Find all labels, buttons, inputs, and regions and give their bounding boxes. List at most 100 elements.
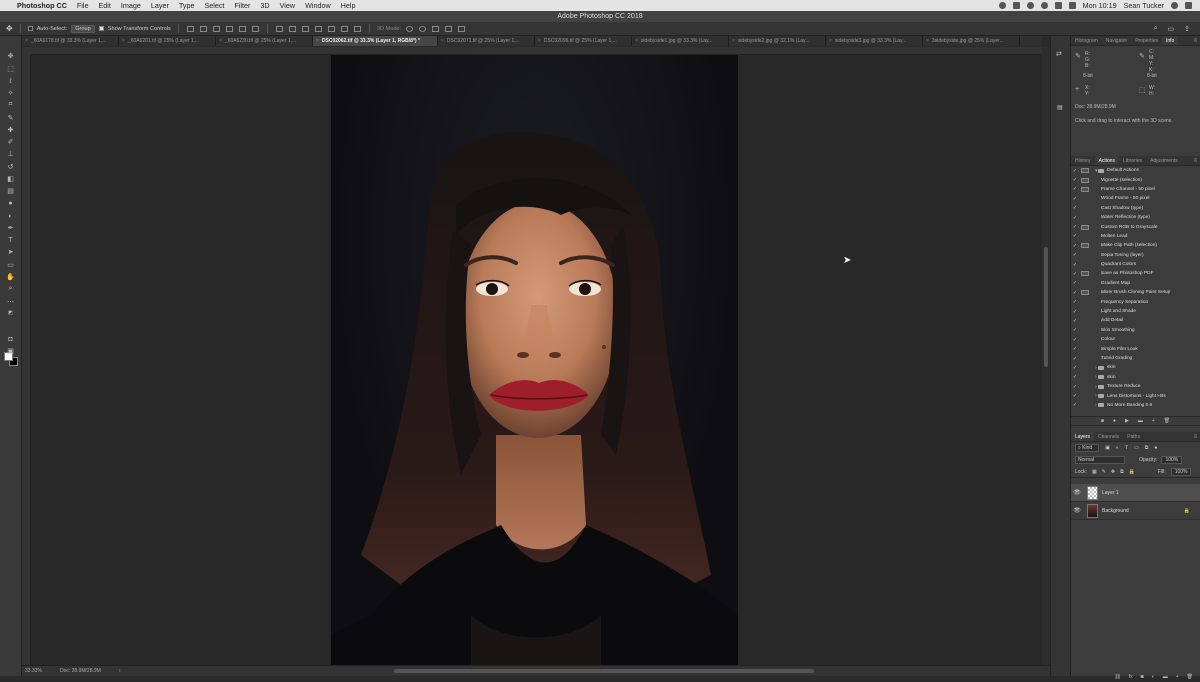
lasso-tool-icon[interactable]: ℓ bbox=[5, 76, 16, 86]
search-icon[interactable] bbox=[1171, 2, 1178, 9]
disclosure-icon[interactable]: › bbox=[1091, 402, 1098, 408]
status-icon[interactable] bbox=[998, 2, 1006, 9]
document-tab[interactable]: × _60A6201.tif @ 25% (Layer 1,... bbox=[119, 36, 216, 46]
menu-image[interactable]: Image bbox=[116, 1, 146, 10]
action-item[interactable]: ✓ › Make Clip Path (selection) bbox=[1071, 241, 1200, 250]
action-item[interactable]: ✓ › Gradient Map bbox=[1071, 279, 1200, 288]
filter-pixel-icon[interactable]: ▣ bbox=[1105, 445, 1110, 451]
lock-pixels-icon[interactable]: ✎ bbox=[1102, 469, 1106, 475]
tab-properties[interactable]: Properties bbox=[1131, 36, 1162, 45]
action-item[interactable]: ✓ › Cast Shadow (type) bbox=[1071, 204, 1200, 213]
shape-tool-icon[interactable]: ▭ bbox=[5, 260, 16, 270]
auto-select-dropdown[interactable]: Group bbox=[71, 24, 95, 33]
dialog-toggle-icon[interactable] bbox=[1081, 215, 1089, 220]
lock-all-icon[interactable]: 🔒 bbox=[1129, 469, 1135, 475]
action-item[interactable]: ✓ › Add Detail bbox=[1071, 316, 1200, 325]
action-item[interactable]: ✓ › Skin Smoothing bbox=[1071, 326, 1200, 335]
play-icon[interactable]: ▶ bbox=[1125, 418, 1129, 424]
dialog-toggle-icon[interactable] bbox=[1081, 271, 1089, 277]
status-icon[interactable] bbox=[1040, 2, 1048, 9]
action-set[interactable]: ✓ › Lens Distortions - Light Hits bbox=[1071, 391, 1200, 400]
crop-tool-icon[interactable]: ⌗ bbox=[5, 100, 16, 110]
menu-type[interactable]: Type bbox=[174, 1, 200, 10]
disclosure-icon[interactable]: › bbox=[1091, 215, 1103, 221]
eyedropper-tool-icon[interactable]: ✎ bbox=[5, 113, 16, 123]
new-group-icon[interactable]: ▬ bbox=[1163, 674, 1168, 680]
action-set[interactable]: ✓ ▾ Default Actions bbox=[1071, 166, 1200, 175]
disclosure-icon[interactable]: › bbox=[1091, 384, 1098, 390]
toggle-checkmark-icon[interactable]: ✓ bbox=[1071, 177, 1079, 183]
action-set[interactable]: ✓ › Texture Reduce bbox=[1071, 382, 1200, 391]
disclosure-icon[interactable]: ▾ bbox=[1091, 168, 1098, 174]
action-item[interactable]: ✓ › Simple Film Look bbox=[1071, 344, 1200, 353]
auto-align-icon[interactable] bbox=[353, 25, 361, 32]
magic-wand-tool-icon[interactable]: ✧ bbox=[5, 88, 16, 98]
dialog-toggle-icon[interactable] bbox=[1081, 234, 1089, 239]
dialog-toggle-icon[interactable] bbox=[1081, 290, 1089, 296]
toggle-checkmark-icon[interactable]: ✓ bbox=[1071, 168, 1079, 174]
more-tools-icon[interactable]: ⋯ bbox=[5, 297, 16, 307]
vertical-ruler[interactable] bbox=[22, 55, 31, 665]
distribute-icon[interactable] bbox=[327, 25, 335, 32]
toggle-checkmark-icon[interactable]: ✓ bbox=[1071, 186, 1079, 192]
disclosure-icon[interactable]: › bbox=[1091, 365, 1098, 371]
add-mask-icon[interactable]: ◙ bbox=[1141, 674, 1144, 680]
menu-edit[interactable]: Edit bbox=[94, 1, 116, 10]
action-item[interactable]: ✓ › Molten Lead bbox=[1071, 232, 1200, 241]
tab-history[interactable]: History bbox=[1071, 156, 1095, 165]
close-icon[interactable]: × bbox=[316, 38, 319, 44]
lock-artboard-icon[interactable]: ⧉ bbox=[1120, 469, 1124, 475]
disclosure-icon[interactable]: › bbox=[1091, 280, 1103, 286]
disclosure-icon[interactable]: › bbox=[1091, 374, 1098, 380]
toggle-checkmark-icon[interactable]: ✓ bbox=[1071, 271, 1079, 277]
document-tab[interactable]: × sidebyside2.jpg @ 32.1% (Lay... bbox=[729, 36, 826, 46]
action-item[interactable]: ✓ › Custom RGB to Grayscale bbox=[1071, 222, 1200, 231]
path-selection-tool-icon[interactable]: ➤ bbox=[5, 247, 16, 257]
align-right-icon[interactable] bbox=[251, 25, 259, 32]
clone-stamp-tool-icon[interactable]: ⊥ bbox=[5, 149, 16, 159]
gradient-tool-icon[interactable]: ▤ bbox=[5, 186, 16, 196]
close-icon[interactable]: × bbox=[732, 38, 735, 44]
filter-adjustment-icon[interactable]: ◐ bbox=[1116, 445, 1119, 451]
menu-file[interactable]: File bbox=[72, 1, 94, 10]
layer-thumbnail[interactable] bbox=[1087, 503, 1098, 518]
toggle-checkmark-icon[interactable]: ✓ bbox=[1071, 196, 1079, 202]
distribute-icon[interactable] bbox=[340, 25, 348, 32]
align-middle-icon[interactable] bbox=[199, 25, 207, 32]
close-icon[interactable]: × bbox=[441, 38, 444, 44]
3d-orbit-icon[interactable] bbox=[406, 25, 414, 32]
healing-brush-tool-icon[interactable]: ✚ bbox=[5, 125, 16, 135]
align-left-icon[interactable] bbox=[225, 25, 233, 32]
filter-shape-icon[interactable]: ▭ bbox=[1134, 445, 1139, 451]
pen-tool-icon[interactable]: ✒ bbox=[5, 223, 16, 233]
disclosure-icon[interactable]: › bbox=[1091, 327, 1103, 333]
toggle-checkmark-icon[interactable]: ✓ bbox=[1071, 346, 1079, 352]
3d-scale-icon[interactable] bbox=[458, 25, 466, 32]
toggle-checkmark-icon[interactable]: ✓ bbox=[1071, 215, 1079, 221]
eye-icon[interactable]: 👁 bbox=[1071, 489, 1083, 496]
dialog-toggle-icon[interactable] bbox=[1081, 356, 1089, 361]
dodge-tool-icon[interactable]: ◐ bbox=[5, 211, 16, 221]
document-tab[interactable]: × DSC02071.tif @ 25% (Layer 1,... bbox=[438, 36, 535, 46]
dialog-toggle-icon[interactable] bbox=[1081, 403, 1089, 408]
action-set[interactable]: ✓ › skin bbox=[1071, 363, 1200, 372]
toggle-checkmark-icon[interactable]: ✓ bbox=[1071, 252, 1079, 258]
toggle-checkmark-icon[interactable]: ✓ bbox=[1071, 374, 1079, 380]
align-bottom-icon[interactable] bbox=[212, 25, 220, 32]
layer-row-layer-1[interactable]: 👁 Layer 1 bbox=[1071, 484, 1200, 502]
disclosure-icon[interactable]: › bbox=[1091, 346, 1103, 352]
action-item[interactable]: ✓ › Sepia Toning (layer) bbox=[1071, 251, 1200, 260]
fill-field[interactable]: 100% bbox=[1170, 467, 1192, 476]
toggle-checkmark-icon[interactable]: ✓ bbox=[1071, 205, 1079, 211]
close-icon[interactable]: × bbox=[219, 38, 222, 44]
dialog-toggle-icon[interactable] bbox=[1081, 300, 1089, 305]
adjustment-layer-icon[interactable]: ◐ bbox=[1152, 674, 1155, 680]
disclosure-icon[interactable]: › bbox=[1091, 271, 1103, 277]
scrollbar-thumb[interactable] bbox=[1044, 247, 1048, 367]
menu-help[interactable]: Help bbox=[336, 1, 361, 10]
tab-paths[interactable]: Paths bbox=[1123, 432, 1144, 441]
disclosure-icon[interactable]: › bbox=[1091, 233, 1103, 239]
toggle-checkmark-icon[interactable]: ✓ bbox=[1071, 243, 1079, 249]
action-item[interactable]: ✓ › Light and Shade bbox=[1071, 307, 1200, 316]
toggle-checkmark-icon[interactable]: ✓ bbox=[1071, 384, 1079, 390]
